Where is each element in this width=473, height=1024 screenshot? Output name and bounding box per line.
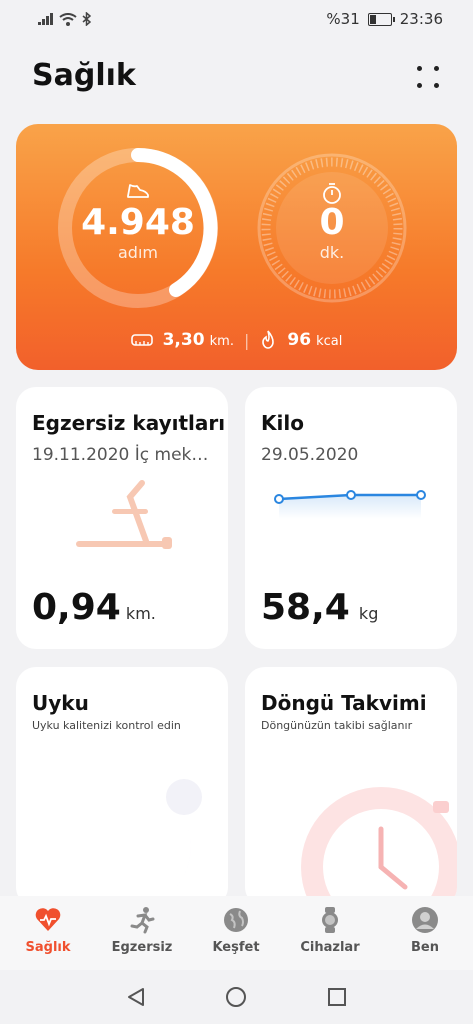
nav-label-kesfet: Keşfet	[212, 940, 260, 955]
cycle-card-subtitle: Döngünüzün takibi sağlanır	[261, 719, 413, 732]
activity-summary-card[interactable]: 4.948 adım 0 dk. 3,30 km. | 96 kcal	[16, 124, 457, 370]
weight-card-date: 29.05.2020	[261, 445, 359, 465]
weight-unit: kg	[358, 604, 379, 623]
exercise-records-card[interactable]: Egzersiz kayıtları 19.11.2020 İç mek… 0,…	[16, 387, 228, 649]
clock: 23:36	[399, 10, 443, 28]
heart-pulse-icon	[35, 908, 61, 931]
running-icon	[130, 907, 155, 934]
sleep-card-title: Uyku	[32, 691, 89, 715]
clock-icon	[301, 787, 457, 907]
calories-value: 96	[287, 330, 312, 350]
bluetooth-icon	[82, 12, 91, 26]
distance-unit: km.	[209, 334, 234, 349]
nav-item-ben[interactable]: Ben	[385, 906, 465, 955]
exercise-distance-value: 0,94	[32, 587, 121, 628]
weight-value: 58,4	[261, 587, 350, 628]
home-icon[interactable]	[225, 986, 247, 1008]
nav-label-ben: Ben	[411, 940, 439, 955]
nav-label-egzersiz: Egzersiz	[111, 940, 173, 955]
wifi-icon	[59, 12, 77, 26]
nav-item-kesfet[interactable]: Keşfet	[196, 906, 276, 955]
calories-unit: kcal	[316, 334, 343, 349]
nav-label-saglik: Sağlık	[25, 940, 71, 955]
sleep-card[interactable]: Uyku Uyku kalitenizi kontrol edin	[16, 667, 228, 907]
signal-icon	[38, 13, 53, 25]
minutes-unit: dk.	[319, 243, 345, 262]
weight-card-title: Kilo	[261, 411, 304, 435]
page-title: Sağlık	[32, 58, 136, 93]
stopwatch-icon	[323, 183, 341, 204]
battery-percent: %31	[326, 10, 360, 28]
cycle-card-title: Döngü Takvimi	[261, 691, 427, 715]
more-menu-icon[interactable]	[417, 66, 439, 88]
minutes-value: 0	[319, 202, 345, 243]
cycle-calendar-card[interactable]: Döngü Takvimi Döngünüzün takibi sağlanır	[245, 667, 457, 907]
nav-item-cihazlar[interactable]: Cihazlar	[290, 906, 370, 955]
distance-value: 3,30	[162, 330, 205, 350]
exercise-card-date: 19.11.2020 İç mek…	[32, 445, 209, 465]
treadmill-icon	[76, 480, 172, 549]
nav-item-saglik[interactable]: Sağlık	[8, 906, 88, 955]
back-icon[interactable]	[125, 986, 147, 1008]
system-navigation-bar	[0, 970, 473, 1024]
person-icon	[412, 907, 438, 933]
recents-icon[interactable]	[326, 986, 348, 1008]
globe-icon	[224, 908, 248, 932]
weight-trend-line	[274, 490, 426, 519]
nav-item-egzersiz[interactable]: Egzersiz	[102, 906, 182, 955]
steps-unit: adım	[118, 243, 158, 262]
steps-value: 4.948	[81, 202, 195, 243]
status-bar: %31 23:36	[0, 0, 473, 40]
status-icons-left	[38, 12, 91, 26]
watch-icon	[322, 907, 338, 933]
distance-icon	[130, 334, 153, 346]
weight-card[interactable]: Kilo 29.05.2020 58,4 kg	[245, 387, 457, 649]
flame-icon	[262, 330, 275, 349]
sleep-card-subtitle: Uyku kalitenizi kontrol edin	[32, 719, 181, 732]
activity-totals: 3,30 km. | 96 kcal	[16, 330, 457, 350]
shoe-icon	[127, 184, 149, 198]
exercise-card-title: Egzersiz kayıtları	[32, 411, 226, 435]
nav-label-cihazlar: Cihazlar	[300, 940, 360, 955]
battery-icon	[367, 12, 395, 26]
moon-icon	[96, 779, 202, 907]
exercise-distance-unit: km.	[125, 604, 156, 623]
bottom-nav: Sağlık Egzersiz Keşfet Cihazlar Ben	[0, 896, 473, 970]
